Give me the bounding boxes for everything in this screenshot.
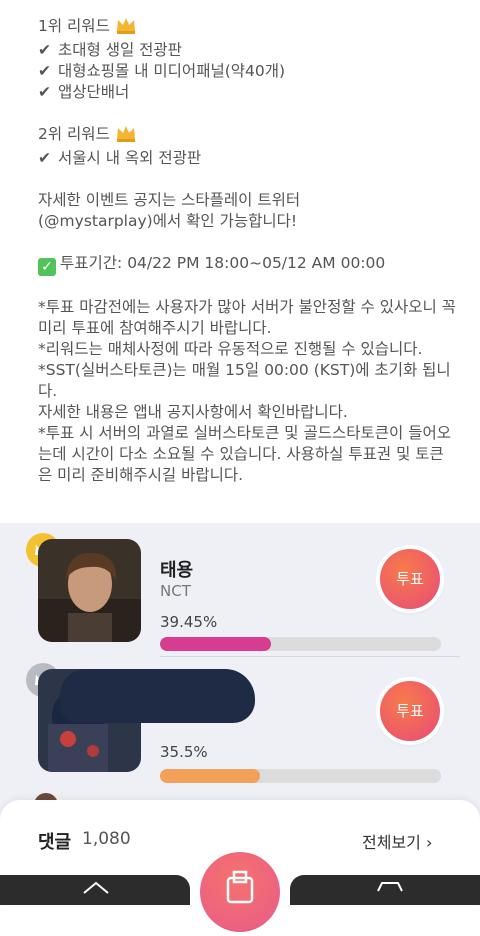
bottom-nav-left[interactable] [0,875,190,905]
vote-progress-bar [160,637,441,651]
checkmark-icon: ✔ [38,41,51,59]
redaction-scribble [60,669,255,723]
candidate-photo [38,539,141,642]
rank1-item: ✔ 앱상단배너 [38,83,130,101]
comments-title: 댓글 [38,832,72,853]
vote-percentage: 35.5% [160,743,208,761]
vote-period: ✓ 투표기간: 04/22 PM 18:00~05/12 AM 00:00 [38,253,458,276]
vote-button[interactable]: 투표 [380,549,440,609]
vote-percentage: 39.45% [160,613,218,631]
rank1-reward-title: 1위 리워드 [38,16,458,40]
vote-button[interactable]: 투표 [380,681,440,741]
candidate-name: 태용 [160,560,194,581]
rank2-reward-title: 2위 리워드 [38,124,458,148]
ranking-card[interactable]: 태용 NCT 39.45% 투표 [26,533,480,663]
ranking-card[interactable]: 35.5% 투표 [26,663,480,793]
crown-icon [115,124,137,148]
rank1-item: ✔ 대형쇼핑몰 내 미디어패널(약40개) [38,62,286,80]
notice-note: *SST(실버스타토큰)는 매월 15일 00:00 (KST)에 초기화 됩니… [38,361,451,400]
checkmark-icon: ✔ [38,149,51,167]
comments-count: 1,080 [82,829,131,849]
candidate-group: NCT [160,582,191,600]
rank2-title-text: 2위 리워드 [38,125,110,143]
checkmark-icon: ✔ [38,62,51,80]
vote-center-button[interactable] [200,852,280,932]
rank2-item: ✔ 서울시 내 옥외 전광판 [38,149,202,167]
ballot-box-icon [226,870,254,904]
checkmark-icon: ✔ [38,83,51,101]
view-all-comments-link[interactable]: 전체보기 › [362,829,432,853]
notice-note: *리워드는 매체사정에 따라 유동적으로 진행될 수 있습니다. [38,340,423,358]
vote-progress-fill [160,769,260,783]
rank1-title-text: 1위 리워드 [38,17,110,35]
divider [160,656,460,657]
notice-note: *투표 마감전에는 사용자가 많아 서버가 불안정할 수 있사오니 꼭 미리 투… [38,298,456,337]
rank1-item: ✔ 초대형 생일 전광판 [38,41,182,59]
notice-note: 자세한 내용은 앱내 공지사항에서 확인바랍니다. [38,403,348,421]
vote-progress-fill [160,637,271,651]
vote-progress-bar [160,769,441,783]
event-info-line: (@mystarplay)에서 확인 가능합니다! [38,212,298,230]
bottom-nav-right[interactable] [290,875,480,905]
crown-icon [115,16,137,40]
notice-note: *투표 시 서버의 과열로 실버스타토큰 및 골드스타토큰이 들어오는데 시간이… [38,424,452,484]
event-info-line: 자세한 이벤트 공지는 스타플레이 트위터 [38,191,301,209]
event-notice: 1위 리워드 ✔ 초대형 생일 전광판 ✔ 대형쇼핑몰 내 미디어패널(약40개) … [38,16,458,486]
check-box-icon: ✓ [38,258,56,276]
